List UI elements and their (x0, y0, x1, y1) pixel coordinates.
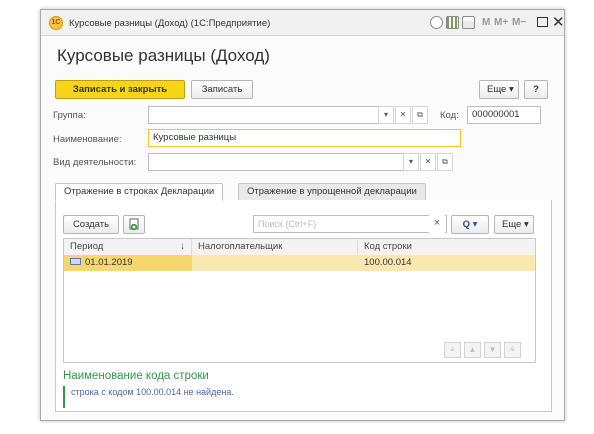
search-button[interactable]: Q ▾ (451, 215, 489, 234)
maximize-icon[interactable] (537, 17, 548, 27)
1c-logo-icon: 1С (49, 16, 63, 30)
dropdown-arrow-icon[interactable]: ▾ (403, 153, 419, 171)
info-text: строка с кодом 100.00.014 не найдена. (71, 387, 234, 397)
move-down-icon[interactable]: ▼ (484, 342, 501, 358)
column-period[interactable]: Период ↓ (64, 239, 192, 255)
cell-line-code[interactable]: 100.00.014 (358, 255, 535, 271)
move-last-icon[interactable]: ⩯ (504, 342, 521, 358)
move-up-icon[interactable]: ▲ (464, 342, 481, 358)
cell-taxpayer[interactable] (192, 255, 358, 271)
clear-icon[interactable]: ✕ (395, 106, 411, 124)
window-title: Курсовые разницы (Доход) (1С:Предприятие… (69, 18, 271, 29)
open-icon[interactable]: ⧉ (412, 106, 428, 124)
save-and-close-button[interactable]: Записать и закрыть (55, 80, 185, 99)
column-label: Период (70, 241, 104, 252)
clear-icon[interactable]: ✕ (420, 153, 436, 171)
tab-declaration-lines[interactable]: Отражение в строках Декларации (55, 183, 224, 201)
calculator-icon[interactable] (446, 16, 459, 29)
search-input[interactable]: Поиск (Ctrl+F) (253, 215, 447, 233)
table-more-button[interactable]: Еще ▾ (494, 215, 534, 234)
page-title: Курсовые разницы (Доход) (57, 46, 270, 65)
group-field[interactable] (148, 106, 383, 124)
code-label: Код: (440, 110, 459, 121)
calendar-icon[interactable] (462, 16, 475, 29)
cell-period[interactable]: 01.01.2019 (64, 255, 192, 271)
code-field[interactable]: 000000001 (467, 106, 541, 124)
dropdown-arrow-icon[interactable]: ▾ (378, 106, 394, 124)
move-first-icon[interactable]: ⩮ (444, 342, 461, 358)
form-window: 1С Курсовые разницы (Доход) (1С:Предприя… (40, 9, 565, 421)
tab-simplified-declaration[interactable]: Отражение в упрощенной декларации (238, 183, 426, 201)
record-icon (70, 257, 81, 265)
column-taxpayer[interactable]: Налогоплательщик (192, 239, 358, 255)
memory-m-button[interactable]: M (482, 17, 490, 28)
more-button[interactable]: Еще ▾ (479, 80, 519, 99)
memory-minus-button[interactable]: M− (512, 17, 526, 28)
name-field[interactable]: Курсовые разницы (148, 129, 461, 147)
table-row[interactable]: 01.01.2019 100.00.014 (64, 255, 535, 271)
info-title: Наименование кода строки (63, 370, 209, 382)
clear-search-icon[interactable]: × (429, 215, 445, 233)
info-bar (63, 386, 65, 408)
title-bar: 1С Курсовые разницы (Доход) (1С:Предприя… (41, 10, 565, 36)
save-button[interactable]: Записать (191, 80, 253, 99)
column-line-code[interactable]: Код строки (358, 239, 535, 255)
close-icon[interactable]: ✕ (552, 13, 565, 31)
help-button[interactable]: ? (524, 80, 548, 99)
sort-arrow-icon: ↓ (180, 241, 185, 252)
group-label: Группа: (53, 110, 86, 121)
create-button[interactable]: Создать (63, 215, 119, 234)
link-icon[interactable] (430, 16, 443, 29)
name-label: Наименование: (53, 134, 122, 145)
activity-label: Вид деятельности: (53, 157, 137, 168)
copy-icon[interactable] (123, 215, 145, 234)
memory-plus-button[interactable]: M+ (494, 17, 508, 28)
activity-field[interactable] (148, 153, 408, 171)
period-value: 01.01.2019 (85, 257, 133, 268)
open-icon[interactable]: ⧉ (437, 153, 453, 171)
